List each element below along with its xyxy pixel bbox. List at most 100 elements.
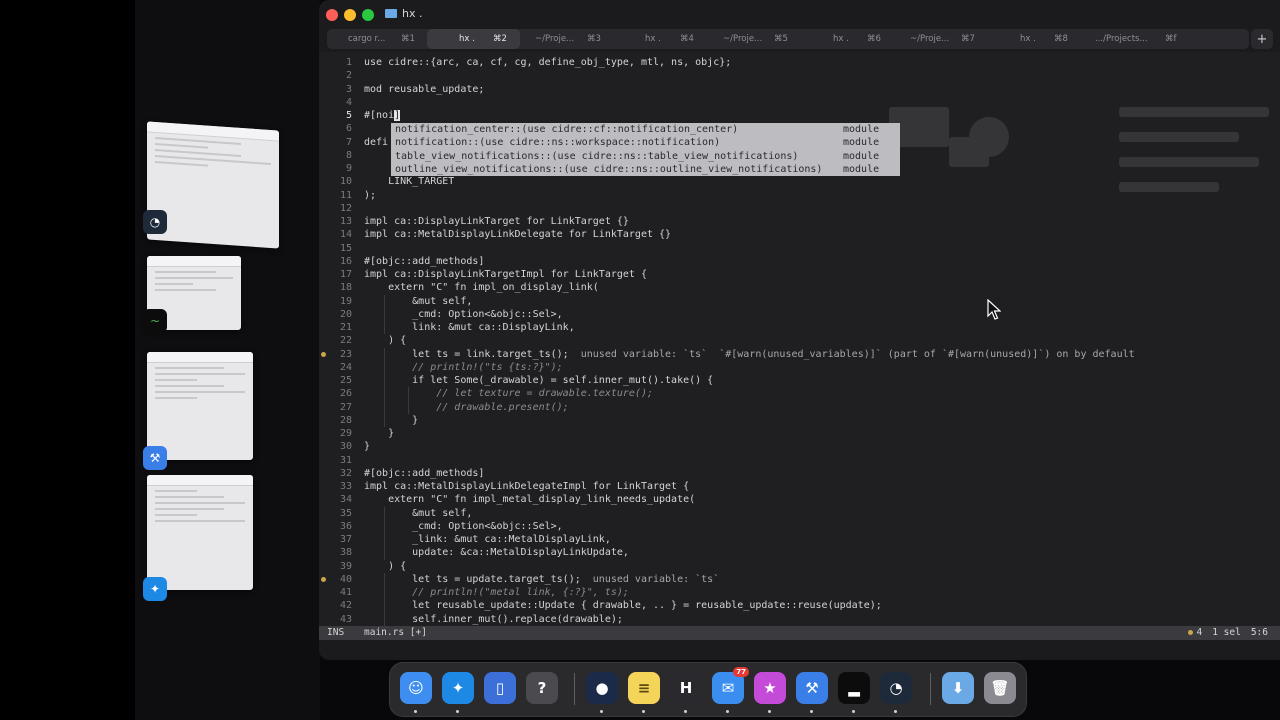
tab-shortcut: ⌘7: [961, 34, 975, 44]
code-text: impl ca::DisplayLinkTarget for LinkTarge…: [364, 216, 629, 227]
stage-thumbnail-4[interactable]: [147, 475, 253, 590]
code-text: #[objc::add_methods]: [364, 467, 485, 479]
dock-xcode-icon[interactable]: ⚒: [796, 672, 828, 704]
code-text: #[objc::add_methods]: [364, 255, 485, 267]
line-number: 36: [339, 520, 352, 532]
completion-kind: module: [843, 163, 880, 175]
dock-terminal-icon[interactable]: ●: [586, 672, 618, 704]
tab-3[interactable]: ~/Proje... ⌘3: [520, 29, 613, 49]
dock-xcode-beta-icon[interactable]: ◔: [880, 672, 912, 704]
line-number: 5: [345, 110, 352, 121]
tab-shortcut: ⌘4: [680, 34, 694, 44]
tab-shortcut: ⌘5: [774, 34, 788, 44]
completion-item[interactable]: table_view_notifications::(use cidre::ns…: [391, 150, 900, 163]
dock-notes-icon[interactable]: ≡: [628, 672, 660, 704]
running-indicator: [414, 710, 417, 713]
tab-label: ~/Proje...: [723, 34, 763, 44]
xcode-badge-icon: ⚒: [143, 446, 167, 470]
code-text: );: [364, 189, 377, 201]
running-indicator: [642, 710, 645, 713]
tab-bar: cargo r... ⌘1 hx . ⌘2 ~/Proje... ⌘3 hx .…: [327, 29, 1249, 49]
completion-item[interactable]: notification::(use cidre::ns::workspace:…: [391, 136, 900, 149]
running-indicator: [852, 710, 855, 713]
code-text: }: [364, 441, 371, 453]
warning-icon: [1188, 630, 1194, 635]
line-number: 34: [339, 494, 352, 506]
line-number: 9: [345, 163, 352, 174]
editor-pane[interactable]: 1 use cidre::{arc, ca, cf, cg, define_obj…: [319, 52, 1280, 626]
line-number: 6: [345, 123, 352, 135]
code-text: extern "C" fn impl_metal_display_link_ne…: [364, 494, 696, 506]
code-text: // let texture = drawable.texture();: [364, 388, 653, 400]
window-title: hx .: [385, 7, 422, 20]
dock-instruments-icon[interactable]: ★: [754, 672, 786, 704]
line-number: 17: [339, 269, 352, 280]
tab-label: ~/Proje...: [535, 34, 575, 44]
line-number: 8: [345, 149, 352, 161]
tab-4[interactable]: hx . ⌘4: [613, 29, 706, 49]
tab-8[interactable]: hx . ⌘8: [985, 29, 1078, 49]
dock-finder-icon[interactable]: ☺: [400, 672, 432, 704]
code-text: impl ca::DisplayLinkTargetImpl for LinkT…: [364, 269, 647, 280]
new-tab-button[interactable]: +: [1251, 29, 1273, 49]
inline-diagnostic: unused variable: `ts`: [580, 573, 720, 585]
code-text: _cmd: Option<&objc::Sel>,: [364, 520, 563, 532]
tab-6[interactable]: hx . ⌘6: [799, 29, 892, 49]
dock-safari-icon[interactable]: ✦: [442, 672, 474, 704]
code-text: update: &ca::MetalDisplayLinkUpdate,: [364, 547, 629, 559]
dock-simulator-icon[interactable]: ▯: [484, 672, 516, 704]
tab-9[interactable]: .../Projects... ⌘f: [1078, 29, 1188, 49]
dock-help-icon[interactable]: ?: [526, 672, 558, 704]
line-number: 20: [339, 308, 352, 320]
line-number: 12: [339, 202, 352, 214]
close-window-button[interactable]: [326, 9, 338, 21]
line-number: 4: [345, 96, 352, 108]
line-number: 42: [339, 600, 352, 612]
code-text: mod reusable_update;: [364, 83, 485, 95]
completion-item[interactable]: outline_view_notifications::(use cidre::…: [391, 163, 900, 176]
code-text: _cmd: Option<&objc::Sel>,: [364, 308, 563, 320]
tab-5[interactable]: ~/Proje... ⌘5: [706, 29, 799, 49]
line-number: 14: [339, 229, 352, 241]
dock-helix-icon[interactable]: H: [670, 672, 702, 704]
tab-shortcut: ⌘1: [401, 34, 415, 44]
status-right: 4 1 sel 5:6: [1188, 626, 1268, 640]
tab-label: hx .: [459, 34, 475, 44]
running-indicator: [726, 710, 729, 713]
code-text: // drawable.present();: [364, 401, 569, 413]
running-indicator: [456, 710, 459, 713]
dock-trash-icon[interactable]: 🗑: [984, 672, 1016, 704]
tab-1[interactable]: cargo r... ⌘1: [327, 29, 420, 49]
dock-separator: [930, 673, 931, 705]
zoom-window-button[interactable]: [362, 9, 374, 21]
selection-count: 1 sel: [1212, 627, 1241, 638]
safari-badge-icon: ✦: [143, 577, 167, 601]
completion-kind: module: [843, 124, 880, 135]
completion-menu[interactable]: notification_center::(use cidre::cf::not…: [391, 123, 900, 176]
completion-item[interactable]: notification_center::(use cidre::cf::not…: [391, 123, 900, 136]
line-number: 30: [339, 441, 352, 453]
code-text: }: [364, 428, 395, 439]
line-number: 38: [339, 547, 352, 559]
tab-shortcut: ⌘3: [587, 34, 601, 44]
stage-thumbnail-3[interactable]: [147, 352, 253, 460]
dock-activity-monitor-icon[interactable]: ▂: [838, 672, 870, 704]
tab-7[interactable]: ~/Proje... ⌘7: [892, 29, 985, 49]
dock-mail-icon[interactable]: ✉ 77: [712, 667, 749, 704]
code-text: &mut self,: [364, 295, 473, 307]
line-number: 19: [339, 295, 352, 307]
code-text: defi: [364, 136, 389, 148]
code-text: // println!("metal link, {:?}", ts);: [364, 587, 629, 598]
line-number: 13: [339, 216, 352, 227]
dock-downloads-icon[interactable]: ⬇: [942, 672, 974, 704]
window-title-text: hx .: [402, 7, 423, 20]
background-blur-overlay: [879, 107, 1279, 227]
tab-2[interactable]: hx . ⌘2: [427, 29, 520, 49]
minimize-window-button[interactable]: [344, 9, 356, 21]
dock-separator: [574, 673, 575, 705]
line-number: 1: [345, 57, 352, 68]
mail-badge: 77: [733, 667, 749, 677]
code-text: impl ca::MetalDisplayLinkDelegateImpl fo…: [364, 481, 690, 492]
line-number: 15: [339, 242, 352, 254]
tab-label: hx .: [833, 34, 849, 44]
